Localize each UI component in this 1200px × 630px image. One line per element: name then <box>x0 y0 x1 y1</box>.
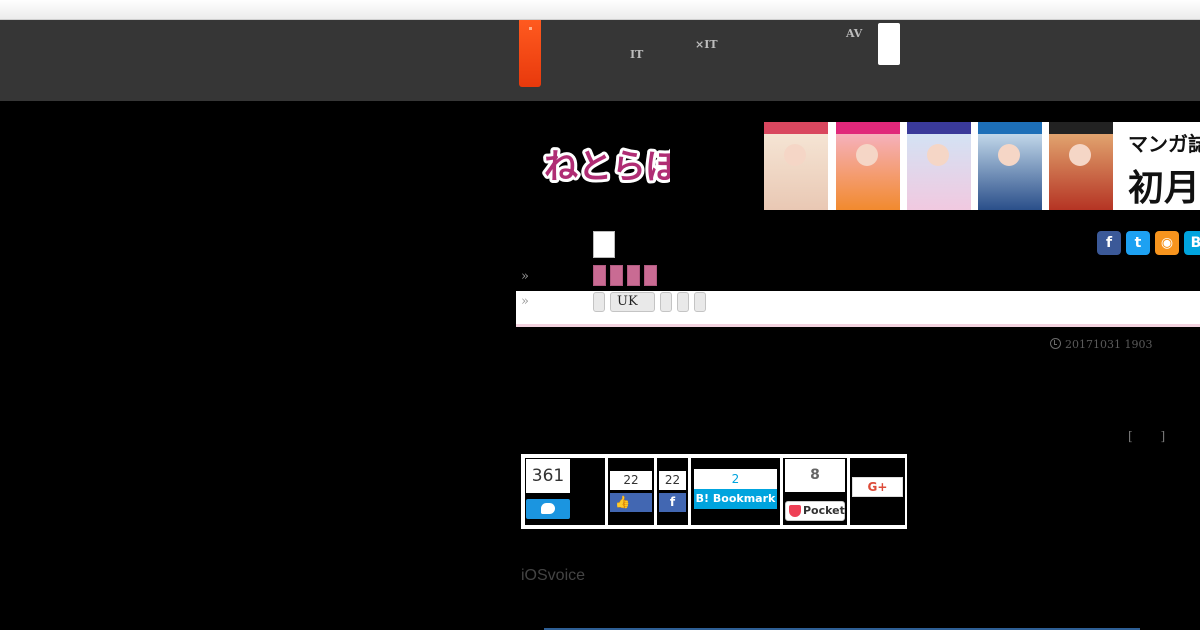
hatena-icon[interactable]: B <box>1184 231 1200 255</box>
banner-subtitle: 初月 <box>1128 168 1200 209</box>
article-source: iOSvoice <box>521 567 586 584</box>
manga-cover-1 <box>764 122 828 210</box>
twitter-share-count: 361 <box>526 459 570 493</box>
tag-row: UK <box>516 291 1200 327</box>
manga-ad-banner[interactable]: マンガ誌 初月 <box>764 122 1200 210</box>
twitter-icon[interactable]: t <box>1126 231 1150 255</box>
pocket-icon <box>789 505 801 517</box>
nav-item-label-2: ×IT <box>695 38 718 51</box>
facebook-share-count: 22 <box>659 471 686 490</box>
small-input-box[interactable] <box>593 231 615 258</box>
site-logo[interactable]: ねとらぼ ねとらぼ <box>540 138 684 190</box>
breadcrumb-arrow: » <box>521 269 529 284</box>
article-date-text: 20171031 1903 <box>1065 338 1153 351</box>
browser-top-strip <box>0 0 1200 20</box>
manga-cover-2 <box>836 122 900 210</box>
share-buttons-bar: 361 22 👍 22 f 2 B! Bookmark 8 Pocket G+ <box>521 454 907 529</box>
svg-text:ねとらぼ: ねとらぼ <box>544 147 670 187</box>
manga-cover-4 <box>978 122 1042 210</box>
facebook-share-button[interactable]: f <box>659 493 686 512</box>
google-plus-button[interactable]: G+ <box>852 477 903 497</box>
nav-item-x-it[interactable]: ×IT <box>695 28 728 50</box>
breadcrumb-arrow: » <box>521 294 529 309</box>
nav-item-label-2: IT <box>630 48 644 61</box>
nav-item-label-2 <box>846 39 868 50</box>
facebook-like-button[interactable]: 👍 <box>610 493 652 512</box>
rss-icon[interactable]: ◉ <box>1155 231 1179 255</box>
banner-text: マンガ誌 初月 <box>1128 128 1200 210</box>
facebook-like-count: 22 <box>610 471 652 490</box>
thumbs-up-icon: 👍 <box>615 495 630 509</box>
facebook-share-cell: 22 f <box>657 458 688 525</box>
banner-title: マンガ誌 <box>1128 132 1200 156</box>
home-button[interactable] <box>519 20 541 87</box>
category-tag[interactable] <box>593 265 606 286</box>
bracket-link[interactable]: [ ] <box>1128 429 1177 443</box>
category-tag[interactable] <box>610 265 623 286</box>
manga-cover-5 <box>1049 122 1113 210</box>
pocket-count: 8 <box>785 459 845 492</box>
twitter-share-cell: 361 <box>525 458 605 525</box>
keyword-tag[interactable] <box>694 292 706 312</box>
manga-cover-3 <box>907 122 971 210</box>
global-nav-bar: IT ×IT AV <box>0 20 1200 101</box>
hatena-bookmark-button[interactable]: B! Bookmark <box>694 489 777 509</box>
category-tag[interactable] <box>644 265 657 286</box>
keyword-tag[interactable] <box>660 292 672 312</box>
hatena-cell: 2 B! Bookmark <box>691 458 780 525</box>
pocket-label: Pocket <box>803 504 845 517</box>
gplus-cell: G+ <box>850 458 905 525</box>
twitter-share-button[interactable] <box>526 499 570 519</box>
facebook-icon: f <box>669 495 676 509</box>
nav-item-av[interactable]: AV <box>846 28 868 50</box>
twitter-bird-icon <box>541 503 555 514</box>
facebook-icon[interactable]: f <box>1097 231 1121 255</box>
article-date: 20171031 1903 <box>1050 338 1152 351</box>
category-tag[interactable] <box>627 265 640 286</box>
keyword-tag[interactable] <box>677 292 689 312</box>
nav-item-it[interactable]: IT <box>630 28 652 60</box>
clock-icon <box>1050 338 1061 349</box>
keyword-tag-uk[interactable]: UK <box>610 292 655 312</box>
nav-item-label-1 <box>630 28 652 39</box>
pocket-button[interactable]: Pocket <box>785 501 845 521</box>
home-icon <box>529 27 532 30</box>
site-logo-image: ねとらぼ ねとらぼ <box>541 144 684 190</box>
search-input[interactable] <box>878 23 900 65</box>
pocket-cell: 8 Pocket <box>783 458 847 525</box>
keyword-tag[interactable] <box>593 292 605 312</box>
facebook-like-cell: 22 👍 <box>608 458 654 525</box>
hatena-count: 2 <box>694 469 777 489</box>
